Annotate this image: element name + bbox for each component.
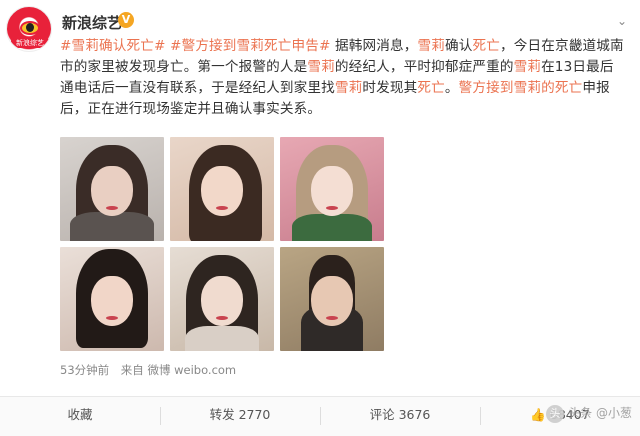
- repost-button[interactable]: 转发 2770: [160, 397, 320, 436]
- photo-grid: [60, 137, 384, 352]
- keyword-highlight: 雪莉: [307, 59, 335, 75]
- keyword-highlight: 雪莉: [513, 59, 542, 75]
- weibo-post: 新浪综艺 新浪综艺 V ⌄ #雪莉确认死亡# #警方接到雪莉死亡申告# 据韩网消…: [0, 0, 640, 436]
- post-text-segment: 确认: [445, 38, 473, 54]
- verified-badge-icon: V: [118, 12, 134, 28]
- keyword-highlight: 雪莉: [513, 80, 542, 96]
- action-bar: 收藏 转发 2770 评论 3676 👍 68407: [0, 396, 640, 436]
- photo-thumbnail[interactable]: [60, 137, 164, 241]
- hashtag-link[interactable]: #警方接到雪莉死亡申告#: [170, 38, 331, 54]
- photo-thumbnail[interactable]: [60, 247, 164, 351]
- keyword-highlight: 死亡: [472, 38, 500, 54]
- photo-thumbnail[interactable]: [280, 137, 384, 241]
- watermark: 头头条 @小葱: [546, 404, 632, 424]
- keyword-highlight: 警方接到: [458, 80, 514, 96]
- post-text-segment: 时发现其: [362, 80, 418, 96]
- photo-thumbnail[interactable]: [280, 247, 384, 351]
- toutiao-logo-icon: 头: [546, 404, 565, 423]
- post-meta: 53分钟前 来自 微博 weibo.com: [60, 362, 236, 378]
- keyword-highlight: 死亡: [554, 80, 583, 96]
- source-prefix: 来自: [120, 363, 144, 377]
- avatar[interactable]: 新浪综艺: [6, 6, 52, 52]
- collect-button[interactable]: 收藏: [0, 397, 160, 436]
- avatar-tag: 新浪综艺: [11, 38, 49, 48]
- chevron-down-icon[interactable]: ⌄: [612, 14, 632, 28]
- thumbs-up-icon: 👍: [530, 407, 546, 422]
- photo-thumbnail[interactable]: [170, 247, 274, 351]
- post-text: #雪莉确认死亡# #警方接到雪莉死亡申告# 据韩网消息，雪莉确认死亡，今日在京畿…: [60, 36, 626, 120]
- post-text-segment: 的经纪人，平时抑郁症严重的: [334, 59, 514, 75]
- post-text-segment: 。: [444, 80, 459, 96]
- post-time[interactable]: 53分钟前: [60, 363, 109, 377]
- keyword-highlight: 死亡: [417, 80, 445, 96]
- photo-thumbnail[interactable]: [170, 137, 274, 241]
- avatar-pupil-icon: [26, 23, 34, 32]
- post-text-segment: 据韩网消息，: [330, 38, 418, 54]
- hashtag-link[interactable]: #雪莉确认死亡#: [60, 38, 166, 54]
- keyword-highlight: 雪莉: [417, 38, 445, 54]
- author-name[interactable]: 新浪综艺: [62, 12, 122, 33]
- post-source[interactable]: 微博 weibo.com: [147, 363, 236, 377]
- keyword-highlight: 的: [541, 80, 555, 96]
- watermark-text: 头条 @小葱: [568, 406, 632, 420]
- comment-button[interactable]: 评论 3676: [320, 397, 480, 436]
- keyword-highlight: 雪莉: [334, 80, 363, 96]
